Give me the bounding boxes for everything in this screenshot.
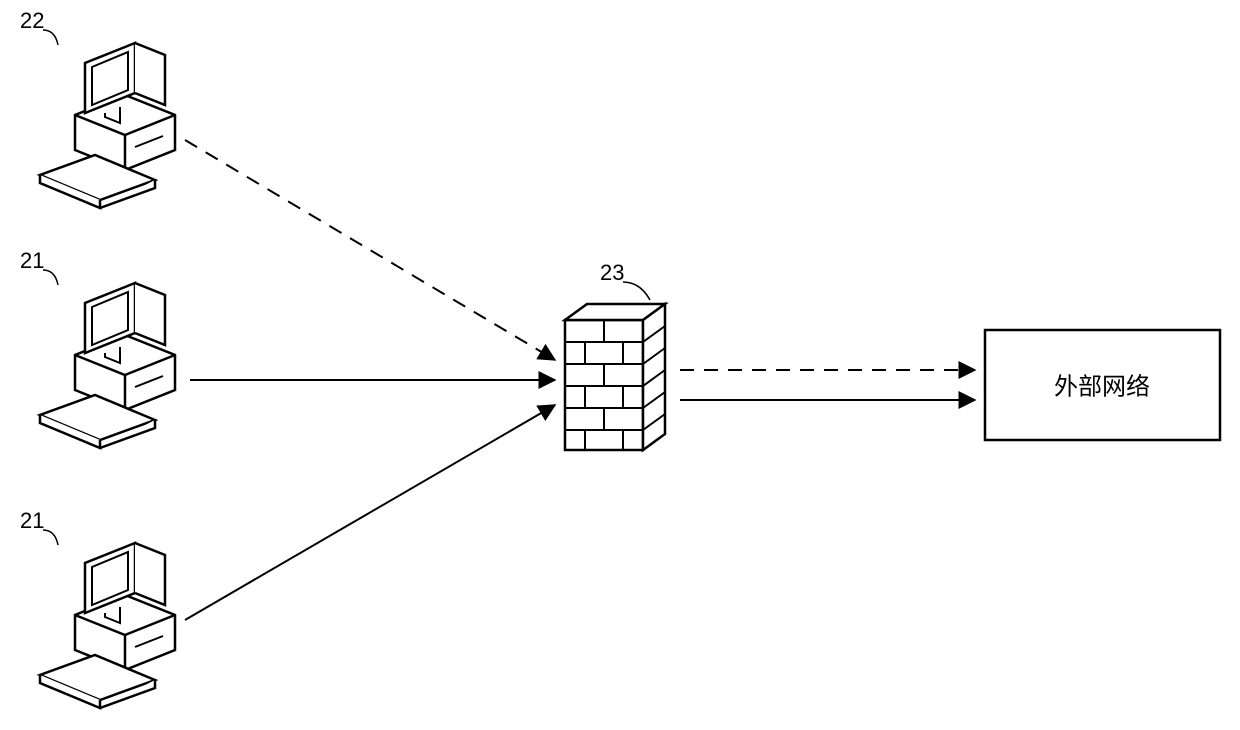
firewall-icon <box>565 304 665 450</box>
network-diagram: 22 21 21 23 外部网络 <box>0 0 1240 730</box>
computer-icon <box>40 543 175 708</box>
ref-leader-23 <box>623 282 650 300</box>
ref-label-21b: 21 <box>20 508 44 533</box>
ref-leader-21a <box>43 270 58 285</box>
ref-leader-22 <box>43 30 58 45</box>
ref-label-21a: 21 <box>20 248 44 273</box>
ref-leader-21b <box>43 530 58 545</box>
ref-label-23: 23 <box>600 260 624 285</box>
computer-icon <box>40 283 175 448</box>
arrow-22-to-firewall <box>185 140 555 360</box>
computer-icon <box>40 43 175 208</box>
ref-label-22: 22 <box>20 8 44 33</box>
arrow-21b-to-firewall <box>185 405 555 620</box>
external-network-label: 外部网络 <box>1054 373 1150 400</box>
